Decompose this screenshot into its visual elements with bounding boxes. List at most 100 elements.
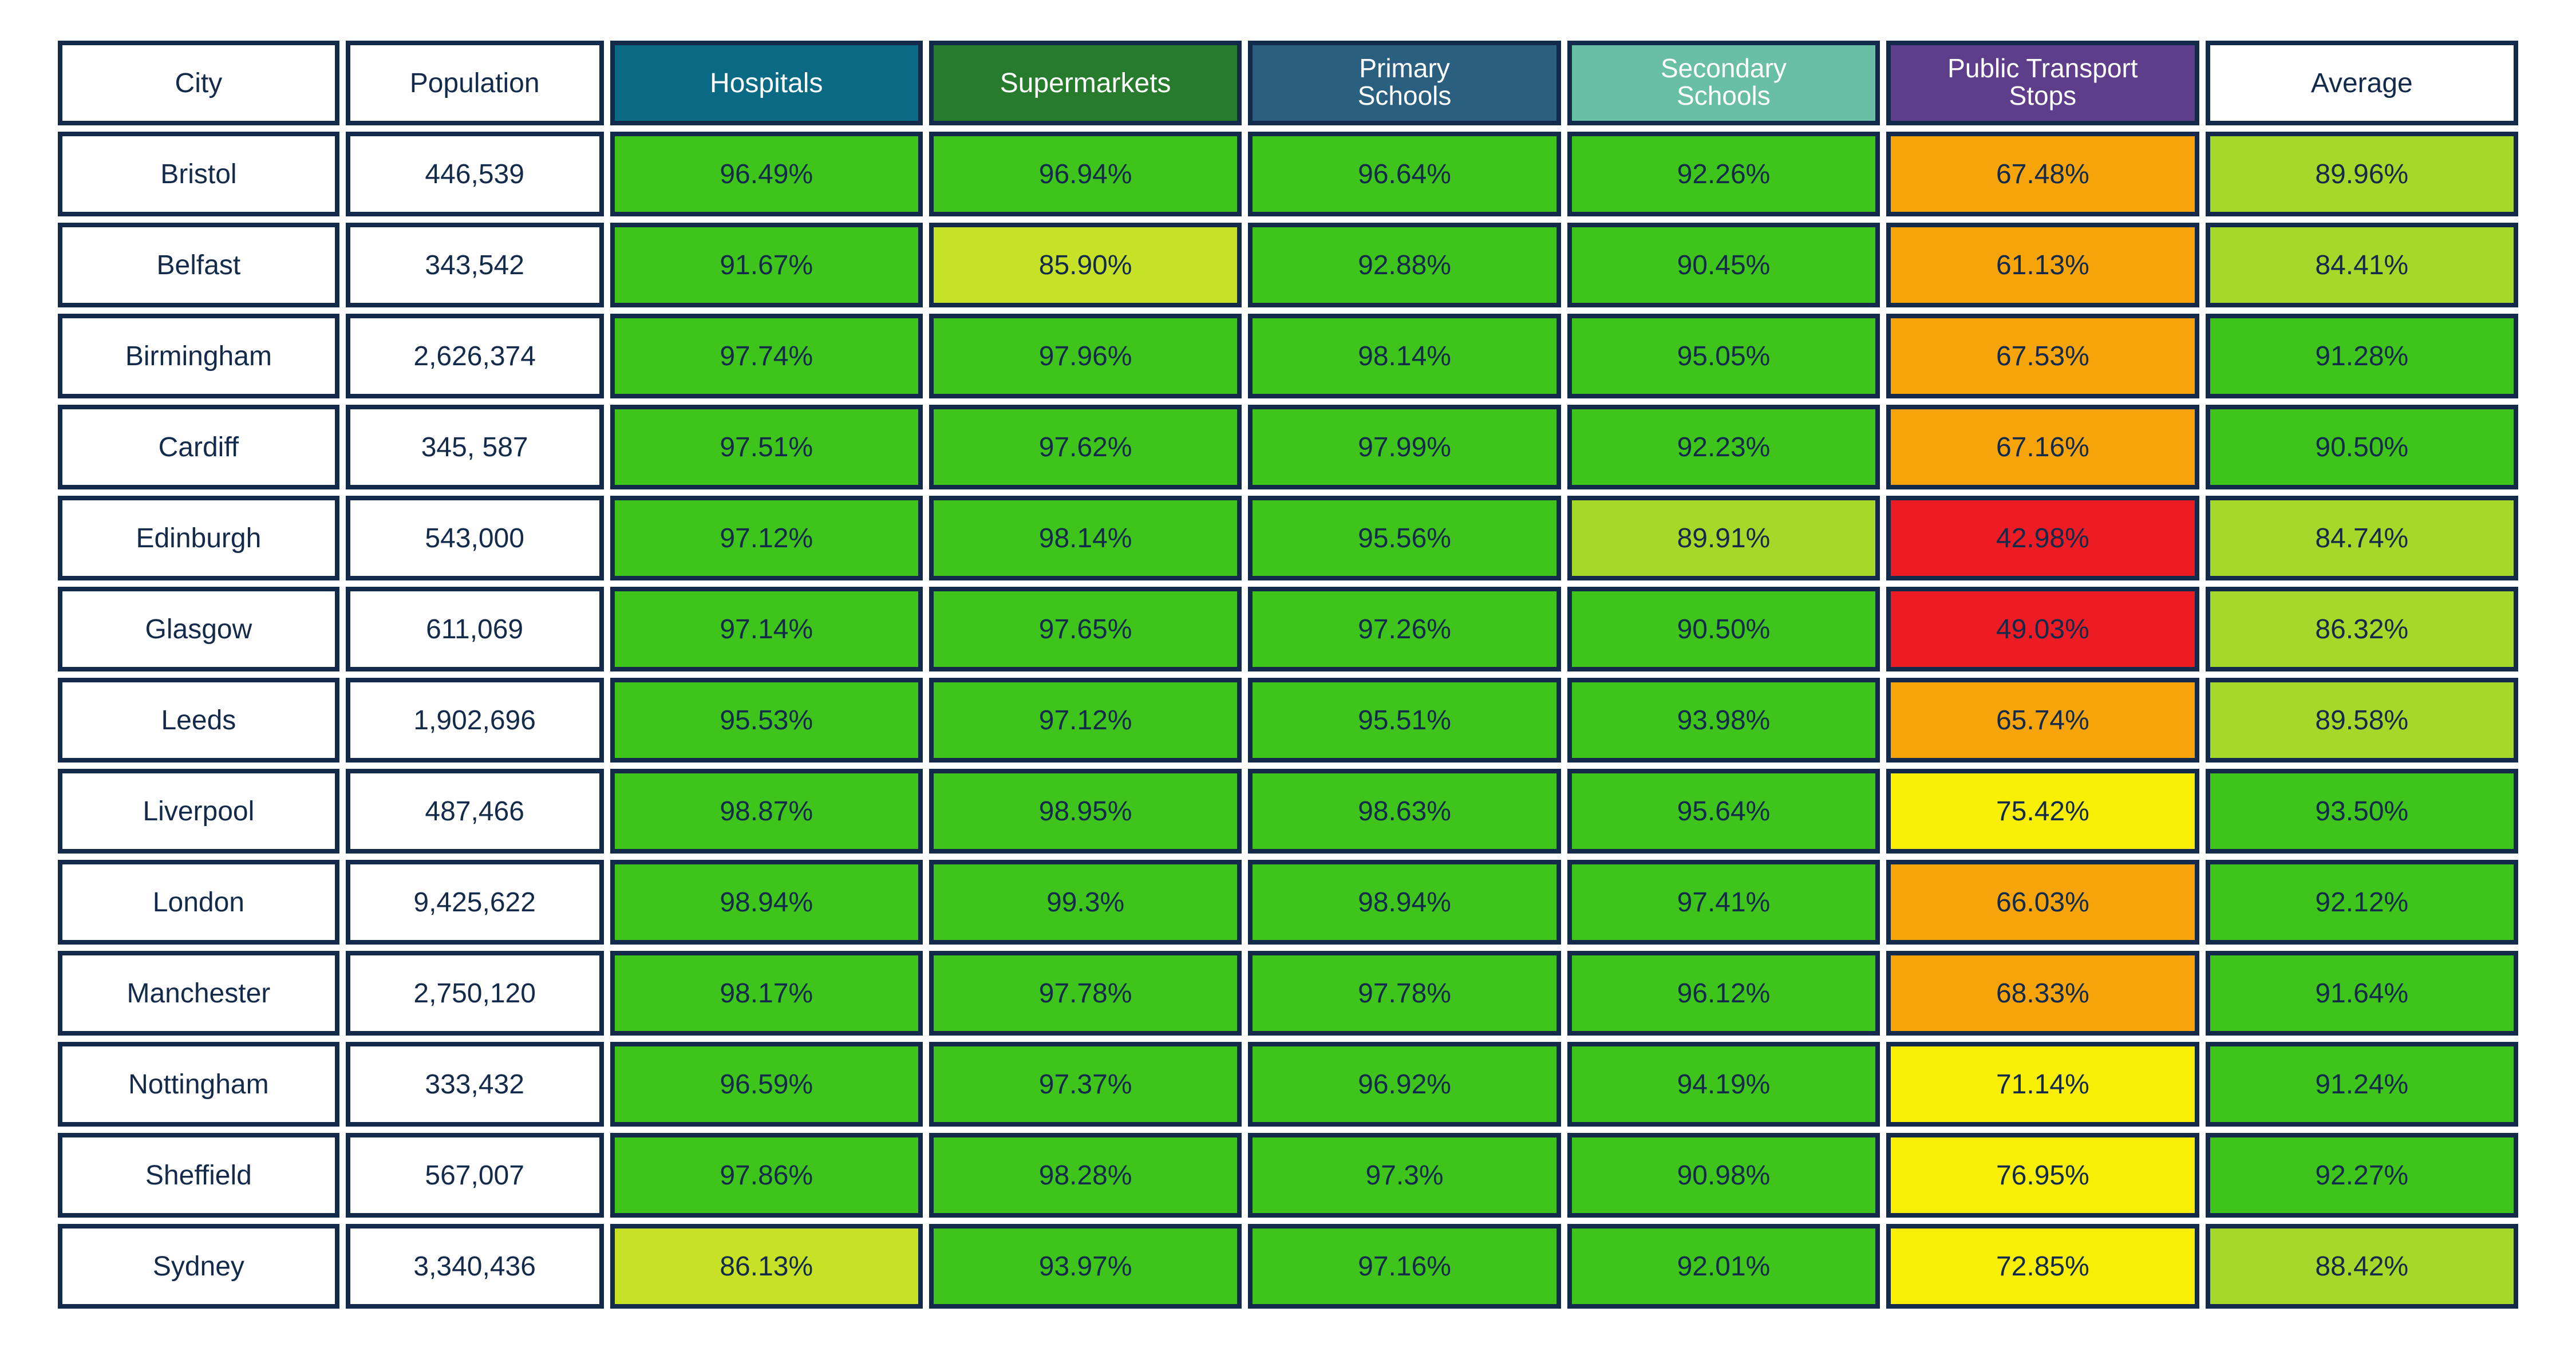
average-cell: 89.58% <box>2206 678 2518 763</box>
supermarkets-cell: 97.65% <box>929 587 1242 671</box>
public-transport-stops-cell: 65.74% <box>1886 678 2199 763</box>
secondary-schools-cell: 92.01% <box>1567 1224 1880 1309</box>
average-cell: 88.42% <box>2206 1224 2518 1309</box>
average-cell: 89.96% <box>2206 132 2518 216</box>
table-row: Sheffield567,00797.86%98.28%97.3%90.98%7… <box>58 1133 2518 1218</box>
public-transport-stops-cell: 67.48% <box>1886 132 2199 216</box>
city-cell: Manchester <box>58 951 339 1036</box>
primary-schools-cell: 95.56% <box>1248 496 1560 580</box>
table-row: Birmingham2,626,37497.74%97.96%98.14%95.… <box>58 314 2518 398</box>
supermarkets-cell: 98.14% <box>929 496 1242 580</box>
secondary-schools-cell: 97.41% <box>1567 860 1880 945</box>
population-cell: 3,340,436 <box>346 1224 604 1309</box>
city-cell: Cardiff <box>58 405 339 489</box>
hospitals-cell: 95.53% <box>610 678 923 763</box>
hospitals-cell: 97.12% <box>610 496 923 580</box>
city-cell: London <box>58 860 339 945</box>
city-cell: Glasgow <box>58 587 339 671</box>
population-cell: 543,000 <box>346 496 604 580</box>
average-cell: 84.41% <box>2206 223 2518 307</box>
header-population: Population <box>346 41 604 125</box>
supermarkets-cell: 98.28% <box>929 1133 1242 1218</box>
secondary-schools-cell: 90.45% <box>1567 223 1880 307</box>
hospitals-cell: 96.49% <box>610 132 923 216</box>
population-cell: 2,626,374 <box>346 314 604 398</box>
table-row: Belfast343,54291.67%85.90%92.88%90.45%61… <box>58 223 2518 307</box>
hospitals-cell: 86.13% <box>610 1224 923 1309</box>
population-cell: 611,069 <box>346 587 604 671</box>
hospitals-cell: 97.51% <box>610 405 923 489</box>
average-cell: 86.32% <box>2206 587 2518 671</box>
public-transport-stops-cell: 61.13% <box>1886 223 2199 307</box>
population-cell: 487,466 <box>346 769 604 854</box>
average-cell: 92.12% <box>2206 860 2518 945</box>
public-transport-stops-cell: 75.42% <box>1886 769 2199 854</box>
public-transport-stops-cell: 49.03% <box>1886 587 2199 671</box>
city-cell: Belfast <box>58 223 339 307</box>
public-transport-stops-cell: 76.95% <box>1886 1133 2199 1218</box>
average-cell: 90.50% <box>2206 405 2518 489</box>
primary-schools-cell: 98.14% <box>1248 314 1560 398</box>
secondary-schools-cell: 96.12% <box>1567 951 1880 1036</box>
table-row: Liverpool487,46698.87%98.95%98.63%95.64%… <box>58 769 2518 854</box>
hospitals-cell: 98.87% <box>610 769 923 854</box>
header-primary-schools-label: PrimarySchools <box>1358 54 1452 110</box>
city-cell: Liverpool <box>58 769 339 854</box>
supermarkets-cell: 97.78% <box>929 951 1242 1036</box>
primary-schools-cell: 95.51% <box>1248 678 1560 763</box>
city-cell: Birmingham <box>58 314 339 398</box>
header-hospitals: Hospitals <box>610 41 923 125</box>
table-row: Glasgow611,06997.14%97.65%97.26%90.50%49… <box>58 587 2518 671</box>
header-supermarkets: Supermarkets <box>929 41 1242 125</box>
population-cell: 1,902,696 <box>346 678 604 763</box>
average-cell: 91.24% <box>2206 1042 2518 1127</box>
primary-schools-cell: 98.63% <box>1248 769 1560 854</box>
header-average: Average <box>2206 41 2518 125</box>
header-primary-schools: PrimarySchools <box>1248 41 1560 125</box>
hospitals-cell: 96.59% <box>610 1042 923 1127</box>
supermarkets-cell: 97.37% <box>929 1042 1242 1127</box>
header-pts-label: Public TransportStops <box>1947 54 2138 110</box>
average-cell: 91.28% <box>2206 314 2518 398</box>
city-amenity-table: City Population Hospitals Supermarkets P… <box>52 34 2524 1315</box>
population-cell: 2,750,120 <box>346 951 604 1036</box>
hospitals-cell: 97.14% <box>610 587 923 671</box>
secondary-schools-cell: 92.26% <box>1567 132 1880 216</box>
secondary-schools-cell: 95.05% <box>1567 314 1880 398</box>
secondary-schools-cell: 92.23% <box>1567 405 1880 489</box>
table-header-row: City Population Hospitals Supermarkets P… <box>58 41 2518 125</box>
header-secondary-schools-label: SecondarySchools <box>1661 54 1787 110</box>
public-transport-stops-cell: 66.03% <box>1886 860 2199 945</box>
average-cell: 91.64% <box>2206 951 2518 1036</box>
city-cell: Nottingham <box>58 1042 339 1127</box>
primary-schools-cell: 92.88% <box>1248 223 1560 307</box>
primary-schools-cell: 97.3% <box>1248 1133 1560 1218</box>
secondary-schools-cell: 90.50% <box>1567 587 1880 671</box>
supermarkets-cell: 85.90% <box>929 223 1242 307</box>
primary-schools-cell: 97.16% <box>1248 1224 1560 1309</box>
table-row: Nottingham333,43296.59%97.37%96.92%94.19… <box>58 1042 2518 1127</box>
population-cell: 345, 587 <box>346 405 604 489</box>
city-cell: Sheffield <box>58 1133 339 1218</box>
city-cell: Edinburgh <box>58 496 339 580</box>
average-cell: 84.74% <box>2206 496 2518 580</box>
primary-schools-cell: 97.99% <box>1248 405 1560 489</box>
primary-schools-cell: 96.64% <box>1248 132 1560 216</box>
supermarkets-cell: 97.12% <box>929 678 1242 763</box>
secondary-schools-cell: 90.98% <box>1567 1133 1880 1218</box>
supermarkets-cell: 96.94% <box>929 132 1242 216</box>
city-cell: Bristol <box>58 132 339 216</box>
header-public-transport-stops: Public TransportStops <box>1886 41 2199 125</box>
hospitals-cell: 97.74% <box>610 314 923 398</box>
primary-schools-cell: 97.78% <box>1248 951 1560 1036</box>
average-cell: 92.27% <box>2206 1133 2518 1218</box>
population-cell: 567,007 <box>346 1133 604 1218</box>
table-row: Manchester2,750,12098.17%97.78%97.78%96.… <box>58 951 2518 1036</box>
population-cell: 343,542 <box>346 223 604 307</box>
population-cell: 333,432 <box>346 1042 604 1127</box>
hospitals-cell: 98.17% <box>610 951 923 1036</box>
hospitals-cell: 97.86% <box>610 1133 923 1218</box>
table-row: Bristol446,53996.49%96.94%96.64%92.26%67… <box>58 132 2518 216</box>
supermarkets-cell: 98.95% <box>929 769 1242 854</box>
table-row: Sydney3,340,43686.13%93.97%97.16%92.01%7… <box>58 1224 2518 1309</box>
